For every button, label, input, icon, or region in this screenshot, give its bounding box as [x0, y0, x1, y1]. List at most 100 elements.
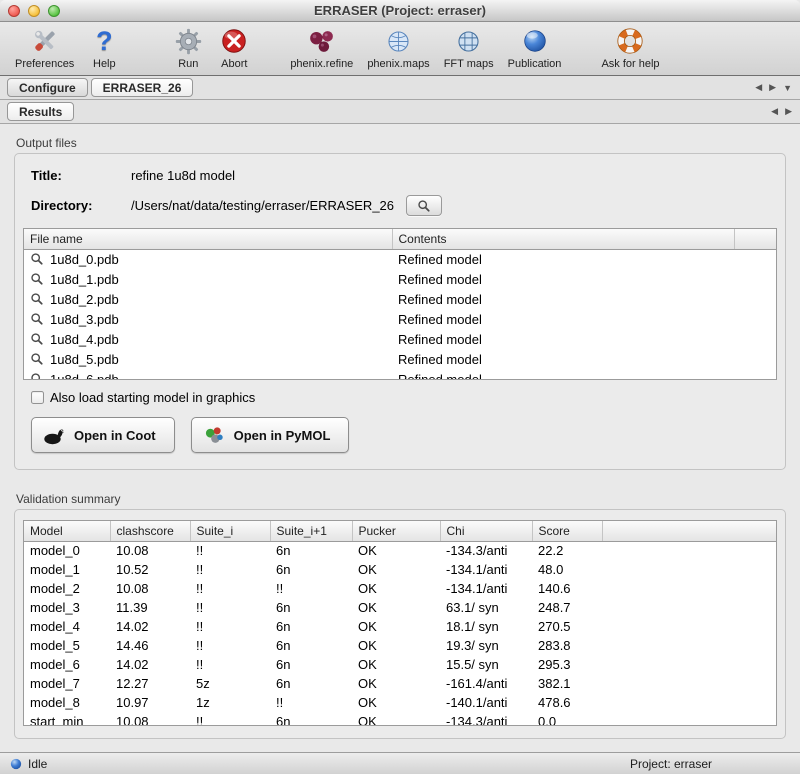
toolbar-label: Help: [93, 58, 116, 70]
file-row[interactable]: 1u8d_4.pdbRefined model: [24, 329, 776, 349]
toolbar-button-help[interactable]: ? Help: [81, 25, 127, 70]
minimize-button[interactable]: [28, 5, 40, 17]
sub-tab-nav: ◀ ▶: [771, 100, 792, 123]
empty-cell: [602, 579, 776, 598]
column-header[interactable]: Model: [24, 521, 110, 541]
phenix-maps-icon: [383, 25, 415, 57]
validation-row[interactable]: model_810.971z!!OK-140.1/anti478.6: [24, 693, 776, 712]
toolbar-button-publication[interactable]: Publication: [501, 25, 569, 70]
validation-cell: 6n: [270, 674, 352, 693]
main-tab-bar: Configure ERRASER_26 ◀ ▶ ▼: [0, 76, 800, 100]
browse-directory-button[interactable]: [406, 195, 442, 216]
validation-group: ModelclashscoreSuite_iSuite_i+1PuckerChi…: [14, 509, 786, 739]
validation-cell: 48.0: [532, 560, 602, 579]
magnifier-icon: [30, 332, 44, 346]
tab-list-icon[interactable]: ▼: [783, 83, 792, 93]
validation-cell: OK: [352, 693, 440, 712]
file-row[interactable]: 1u8d_5.pdbRefined model: [24, 349, 776, 369]
empty-cell: [734, 369, 776, 380]
validation-list[interactable]: ModelclashscoreSuite_iSuite_i+1PuckerChi…: [23, 520, 777, 726]
status-bar: Idle Project: erraser: [0, 752, 800, 774]
validation-cell: 14.02: [110, 655, 190, 674]
file-row[interactable]: 1u8d_1.pdbRefined model: [24, 269, 776, 289]
file-contents-cell: Refined model: [392, 369, 734, 380]
preferences-icon: [29, 25, 61, 57]
column-header[interactable]: [734, 229, 776, 249]
column-header[interactable]: Suite_i: [190, 521, 270, 541]
app-window: ERRASER (Project: erraser) Preferences ?…: [0, 0, 800, 774]
magnifier-icon: [30, 352, 44, 366]
validation-cell: 18.1/ syn: [440, 617, 532, 636]
zoom-button[interactable]: [48, 5, 60, 17]
toolbar-button-abort[interactable]: Abort: [211, 25, 257, 70]
validation-cell: 12.27: [110, 674, 190, 693]
close-button[interactable]: [8, 5, 20, 17]
validation-cell: 14.46: [110, 636, 190, 655]
open-in-pymol-button[interactable]: Open in PyMOL: [191, 417, 350, 453]
tab-scroll-left-icon[interactable]: ◀: [755, 82, 762, 93]
validation-cell: !!: [190, 617, 270, 636]
file-row[interactable]: 1u8d_2.pdbRefined model: [24, 289, 776, 309]
toolbar-button-fft-maps[interactable]: FFT maps: [437, 25, 501, 70]
column-header[interactable]: Contents: [392, 229, 734, 249]
validation-row[interactable]: model_311.39!!6nOK63.1/ syn248.7: [24, 598, 776, 617]
toolbar-button-run[interactable]: Run: [165, 25, 211, 70]
validation-cell: 15.5/ syn: [440, 655, 532, 674]
validation-cell: OK: [352, 541, 440, 560]
toolbar: Preferences ? Help: [0, 22, 800, 76]
validation-row[interactable]: model_414.02!!6nOK18.1/ syn270.5: [24, 617, 776, 636]
column-header[interactable]: Suite_i+1: [270, 521, 352, 541]
load-starting-model-checkbox[interactable]: [31, 391, 44, 404]
validation-header: ModelclashscoreSuite_iSuite_i+1PuckerChi…: [24, 521, 776, 541]
status-left: Idle: [10, 757, 47, 771]
column-header[interactable]: Score: [532, 521, 602, 541]
validation-row[interactable]: model_110.52!!6nOK-134.1/anti48.0: [24, 560, 776, 579]
status-text: Idle: [28, 757, 47, 771]
directory-row: Directory: /Users/nat/data/testing/erras…: [31, 195, 777, 216]
file-row[interactable]: 1u8d_6.pdbRefined model: [24, 369, 776, 380]
file-contents-cell: Refined model: [392, 309, 734, 329]
validation-row[interactable]: model_614.02!!6nOK15.5/ syn295.3: [24, 655, 776, 674]
toolbar-label: Publication: [508, 58, 562, 70]
column-header[interactable]: File name: [24, 229, 392, 249]
file-row[interactable]: 1u8d_3.pdbRefined model: [24, 309, 776, 329]
validation-row[interactable]: model_712.275z6nOK-161.4/anti382.1: [24, 674, 776, 693]
toolbar-button-phenix-maps[interactable]: phenix.maps: [360, 25, 436, 70]
sub-tab-bar: Results ◀ ▶: [0, 100, 800, 124]
tab-scroll-right-icon[interactable]: ▶: [769, 82, 776, 93]
column-header[interactable]: Chi: [440, 521, 532, 541]
open-buttons-row: Open in Coot Open in PyMOL: [31, 417, 777, 453]
load-starting-model-option[interactable]: Also load starting model in graphics: [31, 390, 777, 405]
run-icon: [172, 25, 204, 57]
toolbar-button-ask-for-help[interactable]: Ask for help: [594, 25, 666, 70]
column-header[interactable]: Pucker: [352, 521, 440, 541]
file-contents-cell: Refined model: [392, 329, 734, 349]
toolbar-button-preferences[interactable]: Preferences: [8, 25, 81, 70]
validation-row[interactable]: model_210.08!!!!OK-134.1/anti140.6: [24, 579, 776, 598]
magnifier-icon: [417, 199, 431, 213]
magnifier-icon: [30, 272, 44, 286]
validation-cell: model_4: [24, 617, 110, 636]
output-files-list[interactable]: File nameContents 1u8d_0.pdbRefined mode…: [23, 228, 777, 380]
file-row[interactable]: 1u8d_0.pdbRefined model: [24, 249, 776, 269]
validation-cell: !!: [270, 693, 352, 712]
toolbar-button-phenix-refine[interactable]: phenix.refine: [283, 25, 360, 70]
tab-scroll-left-icon[interactable]: ◀: [771, 106, 778, 117]
validation-cell: 1z: [190, 693, 270, 712]
validation-row[interactable]: model_514.46!!6nOK19.3/ syn283.8: [24, 636, 776, 655]
validation-row[interactable]: model_010.08!!6nOK-134.3/anti22.2: [24, 541, 776, 560]
validation-row[interactable]: start_min10.08!!6nOK-134.3/anti0.0: [24, 712, 776, 726]
tab-results[interactable]: Results: [7, 102, 74, 121]
open-in-coot-button[interactable]: Open in Coot: [31, 417, 175, 453]
validation-cell: 248.7: [532, 598, 602, 617]
validation-cell: -134.1/anti: [440, 579, 532, 598]
validation-cell: !!: [190, 560, 270, 579]
tab-erraser-26[interactable]: ERRASER_26: [91, 78, 194, 97]
file-name-cell: 1u8d_6.pdb: [24, 369, 392, 380]
column-header[interactable]: [602, 521, 776, 541]
column-header[interactable]: clashscore: [110, 521, 190, 541]
toolbar-label: phenix.refine: [290, 58, 353, 70]
validation-table: ModelclashscoreSuite_iSuite_i+1PuckerChi…: [24, 521, 776, 726]
tab-configure[interactable]: Configure: [7, 78, 88, 97]
tab-scroll-right-icon[interactable]: ▶: [785, 106, 792, 117]
